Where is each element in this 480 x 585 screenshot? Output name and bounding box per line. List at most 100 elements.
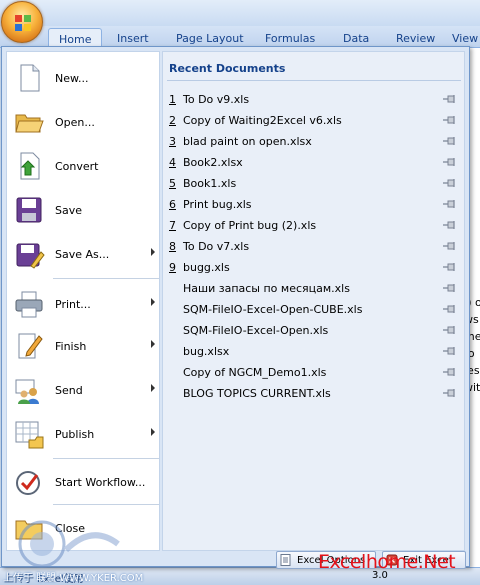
finish-command[interactable]: Finish [11, 326, 157, 366]
pin-icon[interactable] [443, 283, 457, 293]
tab-formulas[interactable]: Formulas [265, 32, 315, 45]
save-as-label: Save As... [55, 247, 110, 261]
convert-command[interactable]: Convert [11, 146, 157, 186]
publish-label: Publish [55, 427, 95, 441]
publish-icon [15, 421, 44, 449]
print-command[interactable]: Print... [11, 284, 157, 324]
publish-command[interactable]: Publish [11, 414, 157, 454]
recent-document-item[interactable]: 4 Book2.xlsx [169, 152, 459, 172]
pin-icon[interactable] [443, 241, 457, 251]
recent-documents-header: Recent Documents [169, 62, 286, 75]
recent-document-item[interactable]: bug.xlsx [169, 341, 459, 361]
submenu-arrow-icon [151, 384, 155, 392]
pin-icon[interactable] [443, 220, 457, 230]
recent-document-item[interactable]: Наши запасы по месяцам.xls [169, 278, 459, 298]
recent-document-number: 2 [169, 113, 176, 127]
watermark-seal-icon [18, 520, 120, 568]
tab-page-layout[interactable]: Page Layout [176, 32, 244, 45]
recent-documents-panel: Recent Documents 1 To Do v9.xls 2 Copy of W… [162, 51, 465, 551]
recent-document-item[interactable]: Copy of NGCM_Demo1.xls [169, 362, 459, 382]
recent-document-item[interactable]: 6 Print bug.xls [169, 194, 459, 214]
finish-pen-icon [18, 333, 43, 359]
recent-document-name: Copy of NGCM_Demo1.xls [183, 365, 327, 379]
pin-icon[interactable] [443, 136, 457, 146]
command-list: New... Open... Convert Save Save As... P… [6, 51, 160, 551]
pin-icon[interactable] [443, 388, 457, 398]
save-disk-icon [16, 197, 42, 223]
pin-icon[interactable] [443, 178, 457, 188]
open-command[interactable]: Open... [11, 102, 157, 142]
submenu-arrow-icon [151, 340, 155, 348]
office-button[interactable] [1, 1, 43, 43]
watermark-right-text: Excelhome.Net [318, 551, 456, 573]
save-label: Save [55, 203, 83, 217]
office-application-menu: New... Open... Convert Save Save As... P… [1, 46, 470, 569]
office-logo-icon [15, 15, 31, 31]
save-as-icon [16, 243, 45, 269]
pin-icon[interactable] [443, 115, 457, 125]
pin-icon[interactable] [443, 199, 457, 209]
submenu-arrow-icon [151, 298, 155, 306]
recent-document-item[interactable]: 9 bugg.xls [169, 257, 459, 277]
recent-document-number: 1 [169, 92, 176, 106]
separator [53, 458, 159, 459]
submenu-arrow-icon [151, 248, 155, 256]
new-label: New... [55, 71, 89, 85]
recent-document-name: bug.xlsx [183, 344, 230, 358]
open-folder-icon [15, 114, 44, 133]
send-people-icon [15, 379, 39, 404]
pin-icon[interactable] [443, 94, 457, 104]
recent-document-name: To Do v7.xls [183, 239, 250, 253]
pin-icon[interactable] [443, 367, 457, 377]
new-document-icon [20, 64, 40, 92]
submenu-arrow-icon [151, 428, 155, 436]
send-command[interactable]: Send [11, 370, 157, 410]
recent-document-item[interactable]: 2 Copy of Waiting2Excel v6.xls [169, 110, 459, 130]
pin-icon[interactable] [443, 346, 457, 356]
tab-data[interactable]: Data [343, 32, 369, 45]
print-label: Print... [55, 297, 91, 311]
pin-icon[interactable] [443, 262, 457, 272]
pin-icon[interactable] [443, 325, 457, 335]
recent-document-item[interactable]: SQM-FileIO-Excel-Open.xls [169, 320, 459, 340]
recent-document-number: 8 [169, 239, 176, 253]
recent-document-name: Book1.xls [183, 176, 237, 190]
recent-document-name: Book2.xlsx [183, 155, 243, 169]
pin-icon[interactable] [443, 304, 457, 314]
recent-document-item[interactable]: BLOG TOPICS CURRENT.xls [169, 383, 459, 403]
tab-view[interactable]: View [452, 32, 478, 45]
recent-document-name: bugg.xls [183, 260, 230, 274]
watermark-left-text: 上传于 联盟 WWW.YKER.COM [3, 573, 144, 584]
recent-document-name: Copy of Print bug (2).xls [183, 218, 317, 232]
recent-document-name: SQM-FileIO-Excel-Open-CUBE.xls [183, 302, 363, 316]
tab-insert[interactable]: Insert [117, 32, 149, 45]
printer-icon [15, 291, 43, 318]
save-as-command[interactable]: Save As... [11, 234, 157, 274]
workflow-icon [16, 471, 40, 495]
finish-label: Finish [55, 339, 87, 353]
recent-document-item[interactable]: 8 To Do v7.xls [169, 236, 459, 256]
recent-document-number: 7 [169, 218, 176, 232]
recent-document-item[interactable]: 7 Copy of Print bug (2).xls [169, 215, 459, 235]
convert-label: Convert [55, 159, 99, 173]
pin-icon[interactable] [443, 157, 457, 167]
recent-document-name: Print bug.xls [183, 197, 252, 211]
recent-document-name: blad paint on open.xlsx [183, 134, 312, 148]
tab-review[interactable]: Review [396, 32, 435, 45]
separator [53, 278, 159, 279]
options-document-icon [280, 554, 291, 566]
send-label: Send [55, 383, 83, 397]
start-workflow-label: Start Workflow... [55, 475, 146, 489]
recent-document-item[interactable]: SQM-FileIO-Excel-Open-CUBE.xls [169, 299, 459, 319]
save-command[interactable]: Save [11, 190, 157, 230]
start-workflow-command[interactable]: Start Workflow... [11, 462, 157, 502]
recent-document-name: BLOG TOPICS CURRENT.xls [183, 386, 331, 400]
new-command[interactable]: New... [11, 58, 157, 98]
open-label: Open... [55, 115, 95, 129]
recent-document-item[interactable]: 1 To Do v9.xls [169, 89, 459, 109]
recent-document-item[interactable]: 5 Book1.xls [169, 173, 459, 193]
recent-document-name: Copy of Waiting2Excel v6.xls [183, 113, 342, 127]
separator [167, 80, 461, 81]
recent-document-item[interactable]: 3 blad paint on open.xlsx [169, 131, 459, 151]
recent-document-number: 3 [169, 134, 176, 148]
